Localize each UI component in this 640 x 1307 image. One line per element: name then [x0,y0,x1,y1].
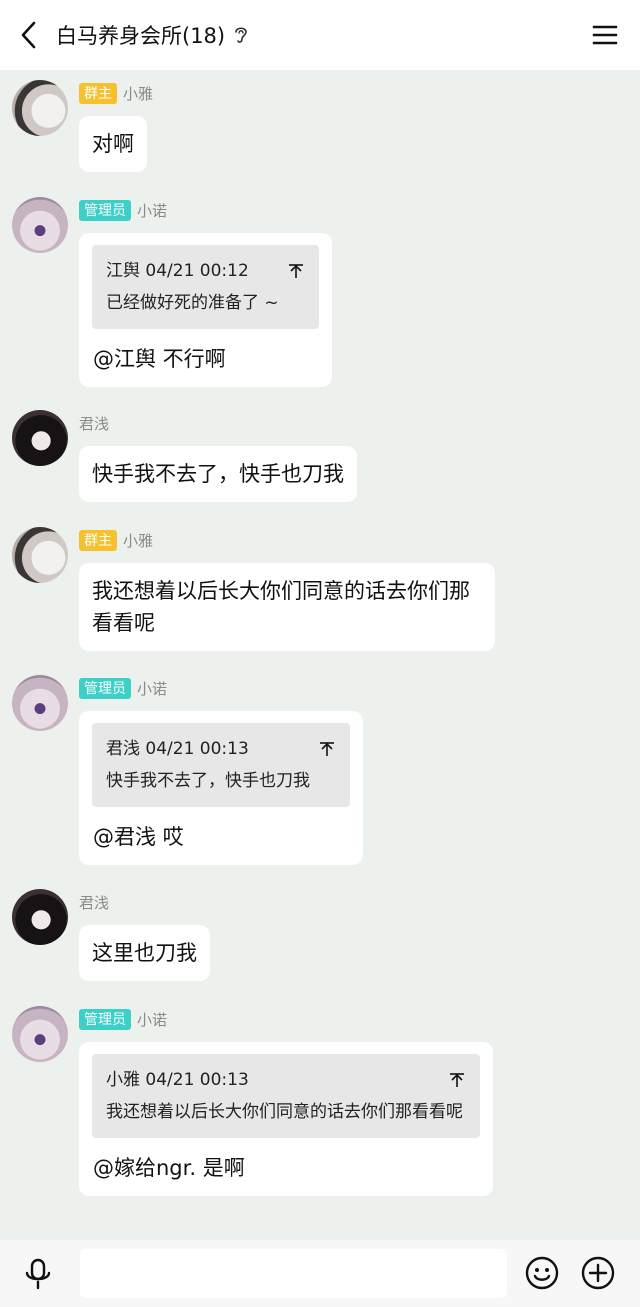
message-bubble[interactable]: 江舆 04/21 00:12 已经做好死的准备了 ~ @江舆 不行啊 [79,233,332,387]
chevron-left-icon [21,21,36,49]
message-list[interactable]: 群主 小雅 对啊 管理员 小诺 江舆 04/21 00:12 已经做好死的准备了… [0,70,640,1240]
avatar[interactable] [12,527,68,583]
admin-badge: 管理员 [79,677,131,699]
back-button[interactable] [4,0,54,70]
sender-meta: 群主 小雅 [79,82,153,104]
microphone-icon[interactable] [20,1256,56,1292]
quote-text: 我还想着以后长大你们同意的话去你们那看看呢 [106,1102,463,1122]
message-text: 对啊 [92,132,134,156]
sender-name[interactable]: 君浅 [79,892,109,913]
menu-button[interactable] [592,22,618,48]
quoted-message[interactable]: 江舆 04/21 00:12 已经做好死的准备了 ~ [92,245,319,329]
message-text: @嫁给ngr. 是啊 [93,1156,245,1180]
sender-meta: 君浅 [79,891,109,913]
message-bubble[interactable]: 小雅 04/21 00:13 我还想着以后长大你们同意的话去你们那看看呢 @嫁给… [79,1042,493,1196]
jump-to-original-icon[interactable] [448,1071,466,1089]
ear-icon[interactable] [233,24,249,46]
avatar[interactable] [12,197,68,253]
owner-badge: 群主 [79,529,117,551]
message-text: 我还想着以后长大你们同意的话去你们那看看呢 [92,579,470,635]
message-text: @江舆 不行啊 [93,347,226,371]
plus-circle-icon[interactable] [580,1255,616,1291]
quote-header: 江舆 04/21 00:12 [106,261,249,281]
jump-to-original-icon[interactable] [287,262,305,280]
quote-text: 快手我不去了，快手也刀我 [106,771,310,791]
avatar[interactable] [12,675,68,731]
sender-name[interactable]: 小诺 [137,1009,167,1030]
sender-name[interactable]: 君浅 [79,413,109,434]
quote-header: 君浅 04/21 00:13 [106,739,249,759]
avatar[interactable] [12,410,68,466]
sender-meta: 管理员 小诺 [79,199,167,221]
sender-name[interactable]: 小诺 [137,200,167,221]
message-text: 快手我不去了，快手也刀我 [92,462,344,486]
sender-name[interactable]: 小雅 [123,83,153,104]
message-bubble[interactable]: 我还想着以后长大你们同意的话去你们那看看呢 [79,563,495,651]
avatar[interactable] [12,889,68,945]
sender-meta: 群主 小雅 [79,529,153,551]
sender-meta: 君浅 [79,412,109,434]
sender-meta: 管理员 小诺 [79,677,167,699]
message-bubble[interactable]: 对啊 [79,116,147,172]
sender-meta: 管理员 小诺 [79,1008,167,1030]
message-bubble[interactable]: 这里也刀我 [79,925,210,981]
input-bar [0,1240,640,1307]
message-input[interactable] [80,1249,507,1298]
message-bubble[interactable]: 君浅 04/21 00:13 快手我不去了，快手也刀我 @君浅 哎 [79,711,363,865]
quote-text: 已经做好死的准备了 ~ [106,293,279,313]
hamburger-menu-icon [592,25,618,45]
owner-badge: 群主 [79,82,117,104]
admin-badge: 管理员 [79,1008,131,1030]
message-bubble[interactable]: 快手我不去了，快手也刀我 [79,446,357,502]
sender-name[interactable]: 小雅 [123,530,153,551]
avatar[interactable] [12,1006,68,1062]
header-bar: 白马养身会所(18) [0,0,640,70]
quoted-message[interactable]: 小雅 04/21 00:13 我还想着以后长大你们同意的话去你们那看看呢 [92,1054,480,1138]
smiley-icon[interactable] [524,1255,560,1291]
message-text: @君浅 哎 [93,825,184,849]
admin-badge: 管理员 [79,199,131,221]
jump-to-original-icon[interactable] [318,740,336,758]
avatar[interactable] [12,80,68,136]
message-text: 这里也刀我 [92,941,197,965]
quoted-message[interactable]: 君浅 04/21 00:13 快手我不去了，快手也刀我 [92,723,350,807]
quote-header: 小雅 04/21 00:13 [106,1070,249,1090]
page-title: 白马养身会所(18) [56,24,226,48]
chat-screen: 白马养身会所(18) 群主 小雅 对啊 管理员 小诺 江舆 04/21 00:1… [0,0,640,1307]
sender-name[interactable]: 小诺 [137,678,167,699]
